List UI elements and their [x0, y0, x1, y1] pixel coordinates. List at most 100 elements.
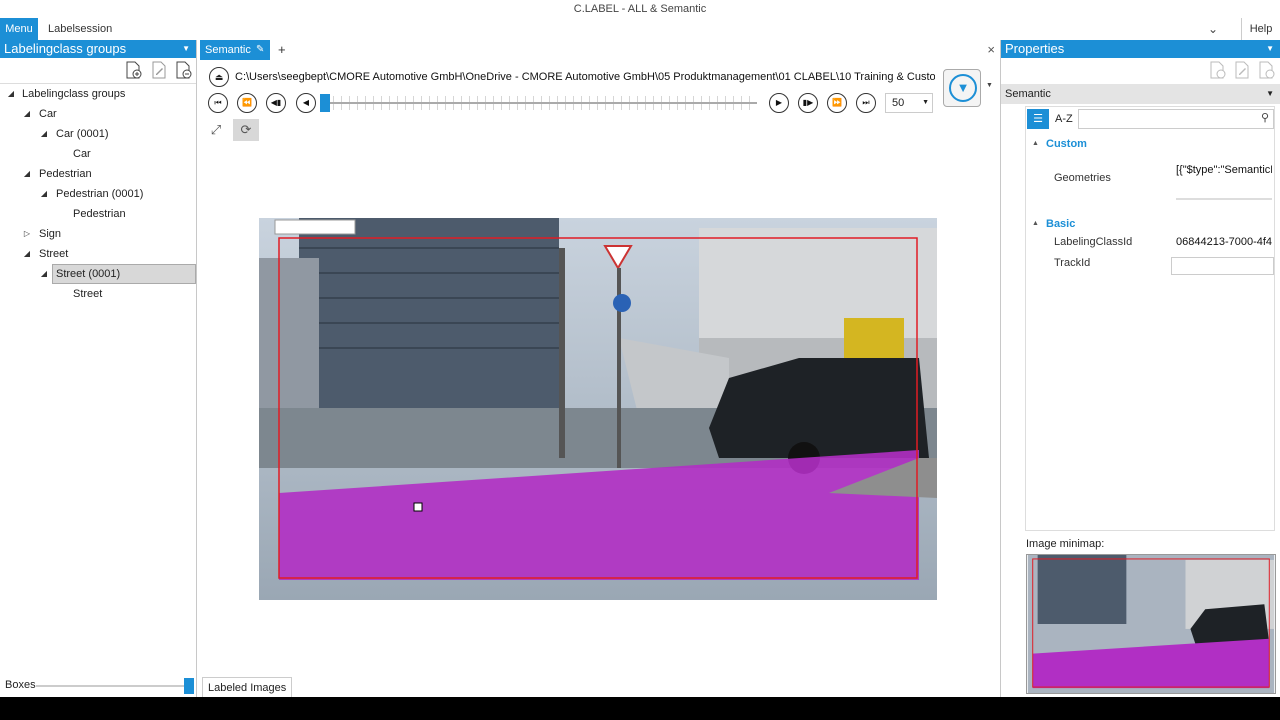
panel-header: Labelingclass groups ▼ — [0, 40, 196, 58]
tree-item-car-0001[interactable]: ◢ Car (0001) — [0, 124, 196, 144]
dropdown-icon[interactable]: ▼ — [182, 40, 190, 58]
expand-icon[interactable]: ◢ — [39, 184, 49, 204]
step-forward-icon[interactable]: ▮▶ — [798, 93, 818, 113]
labelsession-menu[interactable]: Labelsession — [48, 18, 112, 40]
expand-icon[interactable]: ◢ — [22, 104, 32, 124]
tree-item-pedestrian-0001[interactable]: ◢ Pedestrian (0001) — [0, 184, 196, 204]
labeled-image[interactable] — [259, 218, 937, 600]
tree-item-car-leaf[interactable]: Car — [0, 144, 196, 164]
horizontal-scrollbar[interactable] — [1176, 198, 1272, 200]
play-backward-icon[interactable]: ◀ — [296, 93, 316, 113]
yellow-machine — [844, 318, 904, 358]
search-icon: ⚲ — [1260, 112, 1269, 124]
boxes-slider-thumb[interactable] — [184, 678, 194, 694]
category-basic[interactable]: ▲ Basic — [1026, 214, 1274, 234]
labelingclass-groups-panel: Labelingclass groups ▼ ◢ Labelingclass gr… — [0, 40, 197, 697]
edit-class-icon[interactable] — [150, 61, 168, 79]
help-button[interactable]: Help — [1241, 18, 1280, 40]
tree-item-label: Sign — [39, 228, 62, 240]
property-value[interactable]: [{"$type":"SemanticLa — [1176, 164, 1272, 176]
trackid-input[interactable] — [1171, 257, 1274, 275]
tree-item-sign[interactable]: ▷ Sign — [0, 224, 196, 244]
edit-icon[interactable]: ✎ — [256, 40, 264, 60]
first-frame-icon[interactable]: ⏮ — [208, 93, 228, 113]
tree-item-street[interactable]: ◢ Street — [0, 244, 196, 264]
tree-item-root[interactable]: ◢ Labelingclass groups — [0, 84, 196, 104]
collapse-icon[interactable]: ▲ — [1032, 134, 1039, 154]
dropdown-icon[interactable]: ▼ — [1266, 40, 1274, 58]
boxes-footer: Boxes — [0, 675, 196, 697]
property-row-geometries[interactable]: Geometries [{"$type":"SemanticLa — [1026, 154, 1274, 214]
path-bar: ⏏ C:\Users\seegbept\CMORE Automotive Gmb… — [200, 66, 940, 88]
playback-bar: ⏮ ⏪ ◀▮ ◀ ▶ ▮▶ ⏩ ⏭ 50 ▼ — [200, 92, 940, 114]
image-minimap[interactable] — [1026, 554, 1276, 694]
editor-area: Semantic ✎ + × ⏏ C:\Users\seegbept\CMORE… — [200, 40, 999, 697]
timeline-track[interactable] — [325, 102, 757, 104]
tree-item-street-leaf[interactable]: Street — [0, 284, 196, 304]
expand-icon[interactable]: ◢ — [22, 244, 32, 264]
tab-label: Semantic — [205, 44, 251, 56]
category-custom[interactable]: ▲ Custom — [1026, 134, 1274, 154]
property-row-trackid[interactable]: TrackId — [1026, 257, 1274, 277]
menu-button[interactable]: Menu — [0, 18, 38, 40]
panel-title: Labelingclass groups — [4, 41, 127, 56]
filter-button[interactable]: ▼ — [943, 69, 981, 107]
properties-panel: Properties ▼ Semantic ▼ ☰ A-Z ⚲ ▲ Custom — [1000, 40, 1280, 697]
collapse-icon[interactable]: ▷ — [22, 224, 32, 244]
panel-title: Properties — [1005, 41, 1065, 56]
tree-item-street-0001[interactable]: ◢ Street (0001) — [0, 264, 196, 284]
property-row-labelingclassid[interactable]: LabelingClassId 06844213-7000-4f44- — [1026, 236, 1274, 256]
expand-icon[interactable]: ◢ — [6, 84, 16, 104]
tree-item-label: Pedestrian — [73, 208, 126, 220]
property-key: LabelingClassId — [1054, 236, 1133, 248]
tree-item-label: Labelingclass groups — [22, 88, 126, 100]
remove-class-icon[interactable] — [174, 61, 192, 79]
edit-property-icon[interactable] — [1233, 61, 1251, 79]
expand-icon[interactable]: ◢ — [39, 264, 49, 284]
tree-item-label: Pedestrian (0001) — [56, 188, 144, 200]
tree-item-car[interactable]: ◢ Car — [0, 104, 196, 124]
fast-forward-icon[interactable]: ⏩ — [827, 93, 847, 113]
boxes-label: Boxes — [5, 679, 36, 691]
class-tree: ◢ Labelingclass groups ◢ Car ◢ Car (0001) C… — [0, 84, 196, 304]
left-toolbar — [0, 58, 196, 84]
timeline-thumb[interactable] — [320, 94, 330, 112]
fast-backward-icon[interactable]: ⏪ — [237, 93, 257, 113]
add-tab-button[interactable]: + — [278, 40, 286, 60]
overlay-toolbar[interactable] — [274, 219, 356, 235]
eject-icon[interactable]: ⏏ — [209, 67, 229, 87]
roundabout-sign — [613, 294, 631, 312]
object-selector[interactable]: Semantic ▼ — [1001, 84, 1280, 104]
window-title: C.LABEL - ALL & Semantic — [573, 3, 707, 15]
boxes-slider-track[interactable] — [36, 685, 186, 687]
step-backward-icon[interactable]: ◀▮ — [266, 93, 286, 113]
chevron-down-icon[interactable]: ⌄ — [1205, 20, 1221, 38]
remove-property-icon[interactable] — [1257, 61, 1275, 79]
tree-item-label: Car — [39, 108, 57, 120]
add-class-icon[interactable] — [124, 61, 142, 79]
labeled-images-tab[interactable]: Labeled Images — [202, 677, 293, 697]
expand-icon[interactable]: ◢ — [39, 124, 49, 144]
expand-icon[interactable]: ◢ — [22, 164, 32, 184]
filter-dropdown-icon[interactable]: ▼ — [986, 82, 993, 89]
categorized-view-icon[interactable]: ☰ — [1027, 109, 1049, 129]
filter-icon: ▼ — [949, 74, 977, 102]
property-search-input[interactable]: ⚲ — [1078, 109, 1274, 129]
play-icon[interactable]: ▶ — [769, 93, 789, 113]
property-grid: ☰ A-Z ⚲ ▲ Custom Geometries [{"$type":"S… — [1025, 106, 1275, 531]
tree-item-pedestrian[interactable]: ◢ Pedestrian — [0, 164, 196, 184]
add-property-icon[interactable] — [1208, 61, 1226, 79]
collapse-icon[interactable]: ▲ — [1032, 214, 1039, 234]
speed-select[interactable]: 50 ▼ — [885, 93, 933, 113]
alphabetical-view-button[interactable]: A-Z — [1055, 109, 1073, 129]
app-window: C.LABEL - ALL & Semantic Menu Labelsessi… — [0, 0, 1280, 697]
tab-semantic[interactable]: Semantic ✎ — [200, 40, 270, 60]
tree-item-pedestrian-leaf[interactable]: Pedestrian — [0, 204, 196, 224]
lasso-icon[interactable]: ⟳ — [233, 119, 259, 141]
close-tab-button[interactable]: × — [987, 40, 995, 60]
property-value[interactable]: 06844213-7000-4f44- — [1176, 236, 1272, 248]
expand-arrows-icon[interactable]: ⤢ — [203, 119, 229, 141]
left-building — [259, 258, 319, 418]
tree-item-label: Street — [39, 248, 69, 260]
last-frame-icon[interactable]: ⏭ — [856, 93, 876, 113]
